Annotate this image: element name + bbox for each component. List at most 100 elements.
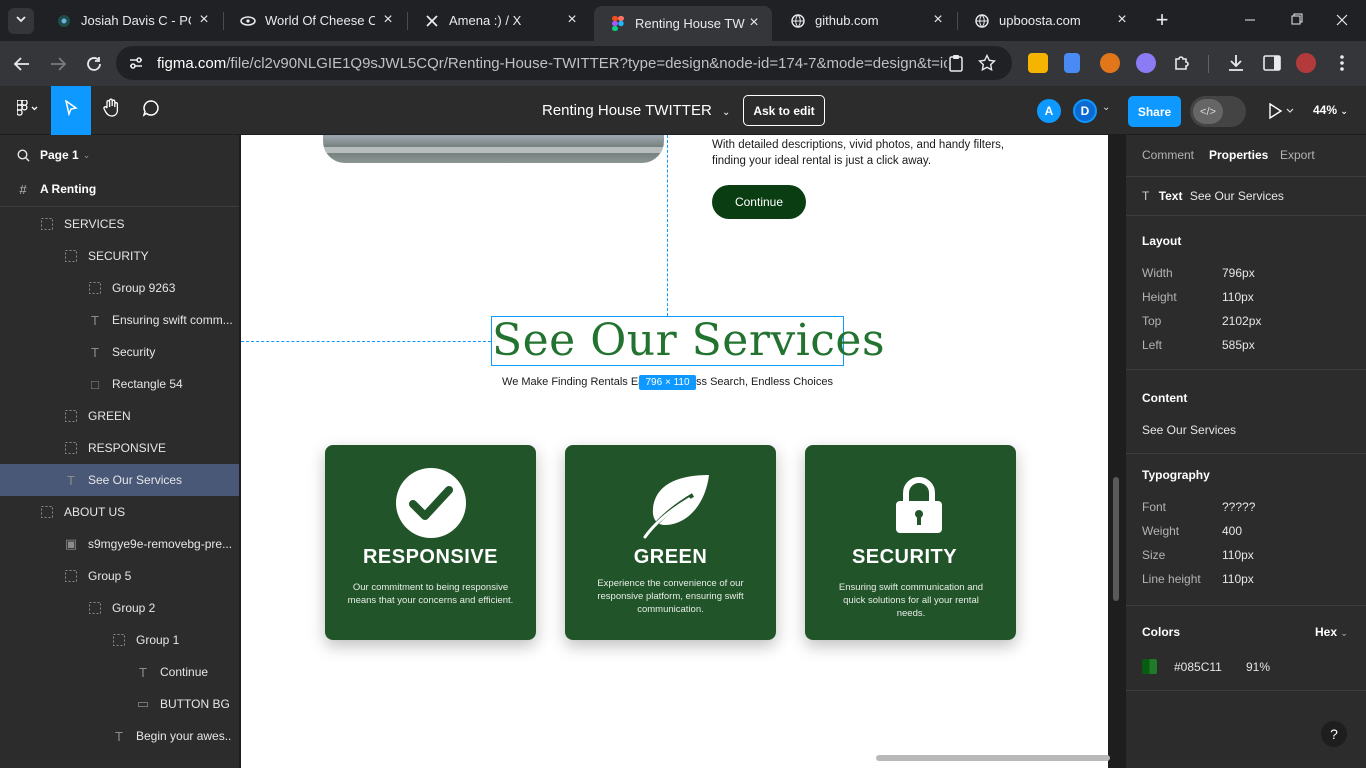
layer-row[interactable]: ABOUT US: [0, 496, 239, 528]
layer-row[interactable]: SECURITY: [0, 240, 239, 272]
layer-row[interactable]: T Ensuring swift comm...: [0, 304, 239, 336]
checkmark-icon: [395, 467, 467, 544]
profile-avatar[interactable]: [1296, 53, 1316, 73]
color-format-select[interactable]: Hex ⌄: [1315, 625, 1348, 639]
content-value[interactable]: See Our Services: [1142, 423, 1236, 437]
layer-row[interactable]: T See Our Services: [0, 464, 239, 496]
chevron-down-icon: [15, 12, 27, 30]
new-tab-button[interactable]: +: [1150, 8, 1174, 32]
close-icon[interactable]: ×: [380, 12, 396, 28]
line-height-value[interactable]: 110px: [1222, 572, 1254, 586]
play-icon: [1267, 102, 1297, 125]
layer-row[interactable]: Group 1: [0, 624, 239, 656]
tab-comment[interactable]: Comment: [1142, 148, 1194, 162]
extension-folder-icon[interactable]: [1028, 53, 1048, 73]
layer-label: ABOUT US: [64, 505, 126, 519]
close-icon[interactable]: ×: [746, 15, 762, 31]
layer-row[interactable]: T Continue: [0, 656, 239, 688]
panel-divider: [0, 206, 239, 207]
layer-row[interactable]: T Begin your awes...: [0, 720, 239, 752]
page-selector[interactable]: Page 1 ⌄: [0, 139, 239, 171]
weight-value[interactable]: 400: [1222, 524, 1242, 538]
download-icon[interactable]: [1226, 53, 1246, 73]
present-button[interactable]: [1267, 101, 1297, 121]
window-close-button[interactable]: [1330, 10, 1354, 30]
bookmark-star-icon[interactable]: [977, 53, 997, 76]
service-card-responsive[interactable]: RESPONSIVE Our commitment to being respo…: [325, 445, 536, 640]
hand-tool-button[interactable]: [91, 86, 131, 135]
zoom-level[interactable]: 44% ⌄: [1313, 103, 1348, 117]
close-icon[interactable]: ×: [196, 12, 212, 28]
avatar[interactable]: A: [1037, 99, 1061, 123]
design-canvas[interactable]: With detailed descriptions, vivid photos…: [241, 135, 1125, 768]
close-icon[interactable]: ×: [930, 12, 946, 28]
extension-doc-icon[interactable]: [1064, 53, 1080, 73]
close-icon[interactable]: ×: [1114, 12, 1130, 28]
horizontal-scrollbar[interactable]: [876, 755, 1110, 761]
layer-row[interactable]: ▭ BUTTON BG: [0, 688, 239, 720]
browser-tab[interactable]: Josiah Davis C - PORT ×: [40, 0, 222, 41]
continue-button[interactable]: Continue: [712, 185, 806, 219]
share-button[interactable]: Share: [1128, 96, 1181, 127]
restore-button[interactable]: [1284, 10, 1308, 30]
layer-row[interactable]: Group 2: [0, 592, 239, 624]
guide-horizontal: [241, 341, 491, 342]
frame-layer[interactable]: # A Renting: [0, 173, 239, 205]
layer-row[interactable]: SERVICES: [0, 208, 239, 240]
search-icon[interactable]: [16, 148, 30, 162]
extensions-puzzle-icon[interactable]: [1172, 53, 1192, 73]
image-layer-icon: ▣: [64, 536, 78, 551]
layer-row[interactable]: Group 5: [0, 560, 239, 592]
browser-tab-active[interactable]: Renting House TWITT ×: [594, 6, 772, 41]
extension-ghost-icon[interactable]: [1136, 53, 1156, 73]
clipboard-icon[interactable]: [948, 54, 964, 76]
forward-button[interactable]: [45, 51, 71, 77]
layer-row[interactable]: T Security: [0, 336, 239, 368]
tab-export[interactable]: Export: [1280, 148, 1315, 162]
avatar[interactable]: D: [1073, 99, 1097, 123]
width-value[interactable]: 796px: [1222, 266, 1255, 280]
left-value[interactable]: 585px: [1222, 338, 1255, 352]
minimize-button[interactable]: [1238, 10, 1262, 30]
file-title[interactable]: Renting House TWITTER ⌄: [542, 102, 730, 119]
browser-tab[interactable]: github.com ×: [774, 0, 956, 41]
browser-menu-icon[interactable]: [1332, 53, 1352, 73]
service-card-green[interactable]: GREEN Experience the convenience of our …: [565, 445, 776, 640]
extension-metamask-icon[interactable]: [1100, 53, 1120, 73]
move-tool-button[interactable]: [51, 86, 91, 135]
browser-tab[interactable]: World Of Cheese Cak ×: [224, 0, 406, 41]
layer-row[interactable]: □ Rectangle 54: [0, 368, 239, 400]
address-bar[interactable]: figma.com/file/cl2v90NLGIE1Q9sJWL5CQr/Re…: [116, 46, 1012, 80]
browser-tab[interactable]: upboosta.com ×: [958, 0, 1140, 41]
figma-main-menu-button[interactable]: [6, 86, 50, 135]
layer-row[interactable]: GREEN: [0, 400, 239, 432]
color-hex[interactable]: #085C11: [1174, 660, 1222, 674]
ask-to-edit-button[interactable]: Ask to edit: [743, 95, 825, 126]
layer-row[interactable]: ▣ s9mgye9e-removebg-pre...: [0, 528, 239, 560]
toolbar-divider: [1208, 55, 1209, 73]
back-button[interactable]: [9, 51, 35, 77]
font-value[interactable]: ?????: [1222, 500, 1255, 514]
browser-tab[interactable]: Amena :) / X ×: [408, 0, 590, 41]
heading-selection-box[interactable]: See Our Services: [491, 315, 885, 366]
layer-row[interactable]: Group 9263: [0, 272, 239, 304]
tab-properties[interactable]: Properties: [1209, 148, 1268, 162]
vertical-scrollbar[interactable]: [1113, 477, 1119, 601]
service-card-security[interactable]: SECURITY Ensuring swift communication an…: [805, 445, 1016, 640]
site-settings-icon[interactable]: [128, 55, 144, 75]
height-value[interactable]: 110px: [1222, 290, 1254, 304]
top-value[interactable]: 2102px: [1222, 314, 1261, 328]
help-button[interactable]: ?: [1321, 721, 1347, 747]
chevron-down-icon[interactable]: ⌄: [1102, 102, 1110, 113]
reload-button[interactable]: [81, 51, 107, 77]
tab-search-button[interactable]: [8, 8, 34, 34]
side-panel-icon[interactable]: [1262, 53, 1282, 73]
size-value[interactable]: 110px: [1222, 548, 1254, 562]
comment-tool-button[interactable]: [131, 86, 171, 135]
tab-title: github.com: [815, 13, 879, 28]
layer-row[interactable]: RESPONSIVE: [0, 432, 239, 464]
color-swatch[interactable]: [1142, 659, 1157, 674]
close-icon[interactable]: ×: [564, 12, 580, 28]
color-opacity[interactable]: 91%: [1246, 660, 1270, 674]
dev-mode-toggle[interactable]: </>: [1190, 96, 1246, 127]
